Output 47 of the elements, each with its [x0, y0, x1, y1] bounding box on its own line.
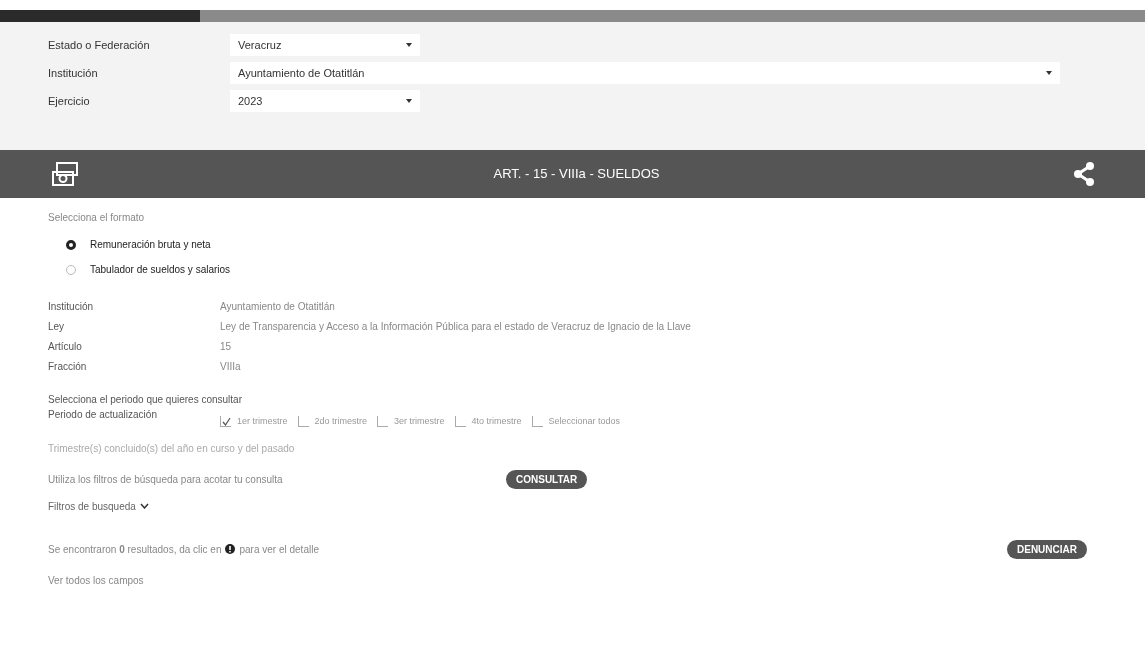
detail-value: Ley de Transparencia y Acceso a la Información Pública para el estado de Veracruz de Ignacio de la Llave — [220, 320, 692, 334]
dropdown-caret-icon — [406, 99, 412, 103]
radio-label: Tabulador de sueldos y salarios — [90, 263, 231, 277]
info-icon[interactable] — [225, 544, 236, 554]
checkbox-label: 4to trimestre — [471, 415, 522, 428]
format-prompt: Selecciona el formato — [48, 211, 146, 225]
checkbox[interactable] — [454, 416, 466, 428]
chevron-down-icon — [139, 503, 149, 509]
results-count-text: Se encontraron 0 resultados, da clic en — [48, 542, 222, 557]
checkbox-label: 3er trimestre — [394, 415, 445, 428]
checkbox[interactable] — [220, 416, 231, 428]
checkbox[interactable] — [531, 416, 543, 428]
select-field[interactable]: Ayuntamiento de Otatitlán — [230, 62, 1060, 84]
consultar-button[interactable]: CONSULTAR — [506, 469, 588, 489]
dropdown-caret-icon — [1046, 71, 1052, 75]
filters-toggle[interactable]: Filtros de busqueda — [48, 498, 149, 514]
detail-value: VIIIa — [220, 360, 242, 374]
detail-label: Institución — [48, 300, 95, 314]
filter-label: Institución — [48, 65, 99, 81]
banner-title: ART. - 15 - VIIIa - SUELDOS — [493, 165, 660, 184]
checkbox[interactable] — [297, 416, 309, 428]
banknotes-icon — [50, 161, 80, 187]
select-field[interactable]: Veracruz — [230, 34, 420, 56]
detail-label: Ley — [48, 320, 66, 334]
share-icon[interactable] — [1073, 162, 1095, 186]
checkbox-label: Seleccionar todos — [548, 415, 621, 428]
select-field[interactable]: 2023 — [230, 90, 420, 112]
radio-button[interactable] — [66, 239, 76, 250]
dropdown-caret-icon — [406, 43, 412, 47]
show-all-fields-link[interactable]: Ver todos los campos — [48, 572, 1097, 588]
period-label: Periodo de actualización — [48, 408, 158, 422]
search-hint: Utiliza los filtros de búsqueda para acotar tu consulta — [48, 472, 284, 487]
checkmark-icon — [221, 416, 231, 426]
checkbox-label: 1er trimestre — [237, 415, 288, 428]
checkbox[interactable] — [377, 416, 389, 428]
radio-label: Remuneración bruta y neta — [90, 238, 211, 252]
period-prompt: Selecciona el periodo que quieres consultar — [48, 393, 243, 407]
filter-label: Estado o Federación — [48, 37, 151, 53]
denunciar-button[interactable]: DENUNCIAR — [1007, 539, 1087, 559]
filter-label: Ejercicio — [48, 93, 91, 109]
period-note: Trimestre(s) concluido(s) del año en curso y del pasado — [48, 441, 296, 456]
detail-label: Artículo — [48, 340, 83, 354]
detail-label: Fracción — [48, 360, 88, 374]
results-detail-text: para ver el detalle — [239, 542, 319, 557]
checkbox-label: 2do trimestre — [314, 415, 368, 428]
detail-value: Ayuntamiento de Otatitlán — [220, 300, 336, 314]
detail-value: 15 — [220, 340, 233, 354]
